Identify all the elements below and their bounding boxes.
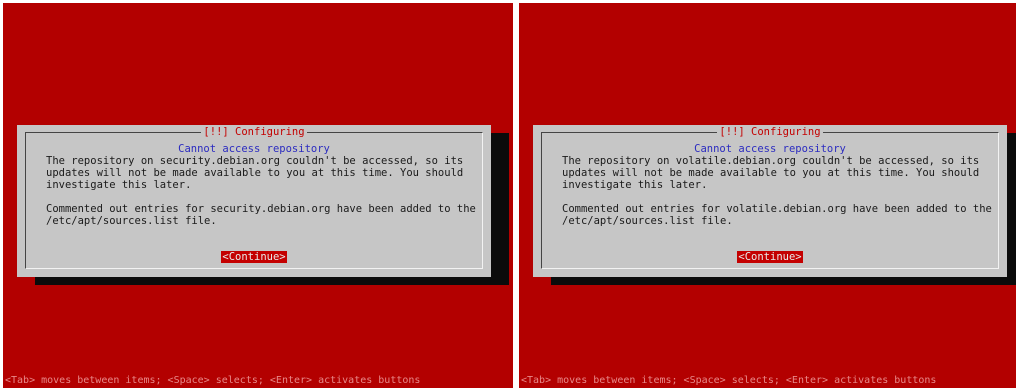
dialog-frame: [!!] Configuring Cannot access repositor… — [25, 126, 483, 269]
dialog-box: [!!] Configuring Cannot access repositor… — [533, 125, 1007, 277]
dialog-title: [!!] Configuring — [201, 126, 307, 138]
dialog-subtitle: Cannot access repository — [178, 143, 330, 155]
installer-screen-left: [!!] Configuring Cannot access repositor… — [3, 3, 513, 388]
dialog-box: [!!] Configuring Cannot access repositor… — [17, 125, 491, 277]
continue-button[interactable]: <Continue> — [221, 251, 287, 263]
dialog-title: [!!] Configuring — [717, 126, 823, 138]
keyboard-help-footer: <Tab> moves between items; <Space> selec… — [521, 375, 937, 386]
dialog-message: The repository on security.debian.org co… — [46, 155, 476, 227]
installer-screen-right: [!!] Configuring Cannot access repositor… — [519, 3, 1016, 388]
continue-button[interactable]: <Continue> — [737, 251, 803, 263]
keyboard-help-footer: <Tab> moves between items; <Space> selec… — [5, 375, 421, 386]
dialog-subtitle: Cannot access repository — [694, 143, 846, 155]
dialog-title-bar: [!!] Configuring — [26, 126, 482, 138]
continue-button-row: <Continue> — [542, 245, 998, 264]
dialog-frame: [!!] Configuring Cannot access repositor… — [541, 126, 999, 269]
dialog-message: The repository on volatile.debian.org co… — [562, 155, 992, 227]
continue-button-row: <Continue> — [26, 245, 482, 264]
dialog-title-bar: [!!] Configuring — [542, 126, 998, 138]
